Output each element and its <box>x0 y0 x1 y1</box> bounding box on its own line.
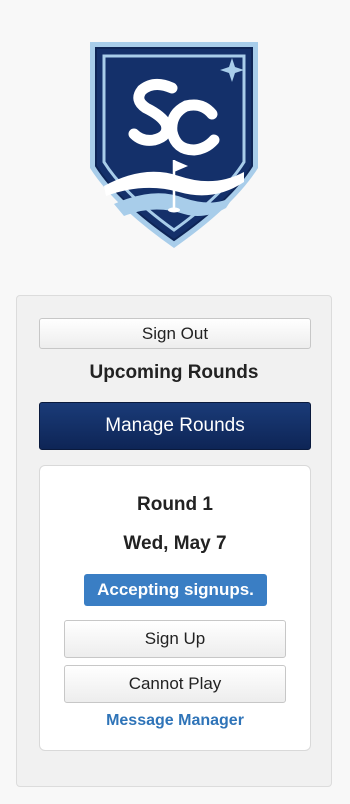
round-card: Round 1 Wed, May 7 Accepting signups. Si… <box>39 465 311 751</box>
status-badge: Accepting signups. <box>84 574 267 606</box>
sign-out-button[interactable]: Sign Out <box>39 318 311 349</box>
rounds-panel: Sign Out Upcoming Rounds Manage Rounds R… <box>16 295 332 787</box>
club-logo <box>84 36 264 248</box>
cannot-play-button[interactable]: Cannot Play <box>64 665 286 703</box>
sc-golf-crest-icon <box>90 42 258 248</box>
manage-rounds-button[interactable]: Manage Rounds <box>39 402 311 450</box>
message-manager-link[interactable]: Message Manager <box>40 712 310 730</box>
round-title: Round 1 <box>137 494 213 515</box>
sign-up-button[interactable]: Sign Up <box>64 620 286 658</box>
round-date: Wed, May 7 <box>123 533 227 554</box>
upcoming-rounds-heading: Upcoming Rounds <box>89 362 259 383</box>
